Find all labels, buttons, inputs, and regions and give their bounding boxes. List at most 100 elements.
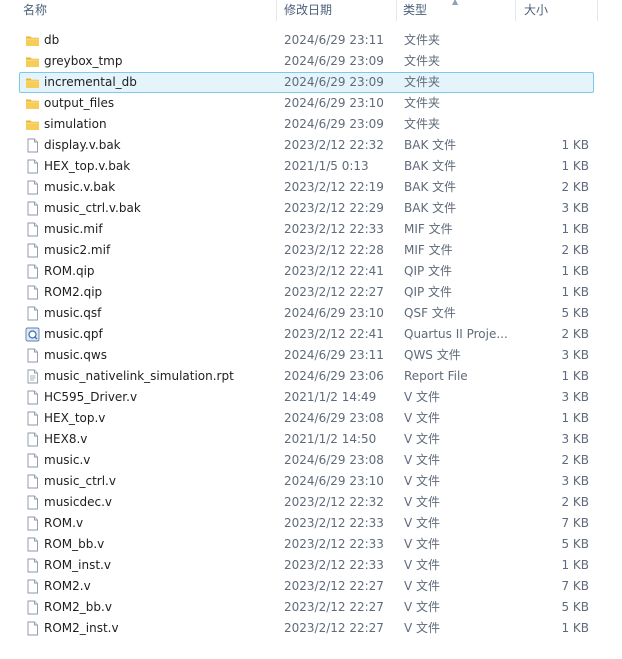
- file-modified-date: 2023/2/12 22:19: [284, 180, 384, 194]
- sort-arrow-icon: ▲: [452, 0, 459, 6]
- file-type: BAK 文件: [404, 159, 457, 173]
- file-modified-date: 2024/6/29 23:09: [284, 75, 384, 89]
- file-modified-date: 2024/6/29 23:06: [284, 369, 384, 383]
- file-name: greybox_tmp: [44, 54, 123, 68]
- file-icon: [25, 222, 40, 237]
- file-size: 3 KB: [561, 201, 589, 215]
- file-name: HEX_top.v.bak: [44, 159, 131, 173]
- file-type: Quartus II Proje...: [404, 327, 508, 341]
- file-name: music.qws: [44, 348, 107, 362]
- list-item[interactable]: ROM2_bb.v 2023/2/12 22:27 V 文件 5 KB: [19, 597, 594, 618]
- file-name: music.qsf: [44, 306, 102, 320]
- file-modified-date: 2024/6/29 23:10: [284, 96, 384, 110]
- list-item[interactable]: ROM.qip 2023/2/12 22:41 QIP 文件 1 KB: [19, 261, 594, 282]
- list-item[interactable]: music.mif 2023/2/12 22:33 MIF 文件 1 KB: [19, 219, 594, 240]
- file-name: ROM.qip: [44, 264, 95, 278]
- list-item[interactable]: music.qsf 2024/6/29 23:10 QSF 文件 5 KB: [19, 303, 594, 324]
- list-item[interactable]: ROM2.qip 2023/2/12 22:27 QIP 文件 1 KB: [19, 282, 594, 303]
- file-name: music.v.bak: [44, 180, 116, 194]
- file-type: QIP 文件: [404, 264, 453, 278]
- file-size: [519, 73, 589, 92]
- list-item[interactable]: music_ctrl.v.bak 2023/2/12 22:29 BAK 文件 3 K…: [19, 198, 594, 219]
- file-size: 1 KB: [561, 138, 589, 152]
- file-icon: [25, 474, 40, 489]
- file-size: 1 KB: [561, 369, 589, 383]
- list-item[interactable]: ROM2.v 2023/2/12 22:27 V 文件 7 KB: [19, 576, 594, 597]
- file-type: V 文件: [404, 537, 441, 551]
- file-size: 1 KB: [561, 264, 589, 278]
- file-modified-date: 2023/2/12 22:33: [284, 537, 384, 551]
- column-header-date[interactable]: 修改日期: [279, 0, 397, 21]
- file-modified-date: 2023/2/12 22:27: [284, 621, 384, 635]
- file-size: [519, 52, 589, 71]
- file-type: V 文件: [404, 495, 441, 509]
- list-item[interactable]: greybox_tmp 2024/6/29 23:09 文件夹: [19, 51, 594, 72]
- file-size: 1 KB: [561, 159, 589, 173]
- list-item[interactable]: display.v.bak 2023/2/12 22:32 BAK 文件 1 KB: [19, 135, 594, 156]
- list-item[interactable]: music.qws 2024/6/29 23:11 QWS 文件 3 KB: [19, 345, 594, 366]
- list-item[interactable]: HEX_top.v.bak 2021/1/5 0:13 BAK 文件 1 KB: [19, 156, 594, 177]
- file-size: 3 KB: [561, 474, 589, 488]
- folder-icon: [25, 96, 40, 111]
- file-size: 1 KB: [561, 222, 589, 236]
- file-name: simulation: [44, 117, 107, 131]
- file-modified-date: 2023/2/12 22:32: [284, 495, 384, 509]
- file-name: output_files: [44, 96, 115, 110]
- file-type: 文件夹: [404, 96, 441, 110]
- file-icon: [25, 432, 40, 447]
- file-size: 3 KB: [561, 390, 589, 404]
- file-name: ROM2.qip: [44, 285, 103, 299]
- list-item[interactable]: HC595_Driver.v 2021/1/2 14:49 V 文件 3 KB: [19, 387, 594, 408]
- file-icon: [25, 264, 40, 279]
- file-type: BAK 文件: [404, 201, 457, 215]
- list-item[interactable]: simulation 2024/6/29 23:09 文件夹: [19, 114, 594, 135]
- list-item[interactable]: db 2024/6/29 23:11 文件夹: [19, 30, 594, 51]
- file-modified-date: 2024/6/29 23:09: [284, 54, 384, 68]
- file-icon: [25, 243, 40, 258]
- list-item[interactable]: music_nativelink_simulation.rpt 2024/6/29…: [19, 366, 594, 387]
- list-item[interactable]: ROM_bb.v 2023/2/12 22:33 V 文件 5 KB: [19, 534, 594, 555]
- file-type: V 文件: [404, 600, 441, 614]
- file-icon: [25, 348, 40, 363]
- file-name: musicdec.v: [44, 495, 112, 509]
- file-type: V 文件: [404, 432, 441, 446]
- list-item[interactable]: ROM_inst.v 2023/2/12 22:33 V 文件 1 KB: [19, 555, 594, 576]
- file-icon: [25, 138, 40, 153]
- file-modified-date: 2023/2/12 22:28: [284, 243, 384, 257]
- file-modified-date: 2023/2/12 22:27: [284, 579, 384, 593]
- file-type: QSF 文件: [404, 306, 456, 320]
- file-size: 2 KB: [561, 495, 589, 509]
- file-size: 3 KB: [561, 348, 589, 362]
- file-modified-date: 2024/6/29 23:11: [284, 33, 384, 47]
- list-item[interactable]: music.v.bak 2023/2/12 22:19 BAK 文件 2 KB: [19, 177, 594, 198]
- list-item[interactable]: music.qpf 2023/2/12 22:41 Quartus II Proje…: [19, 324, 594, 345]
- column-header-size[interactable]: 大小: [519, 0, 598, 21]
- file-modified-date: 2023/2/12 22:33: [284, 558, 384, 572]
- file-modified-date: 2024/6/29 23:08: [284, 453, 384, 467]
- list-item[interactable]: incremental_db 2024/6/29 23:09 文件夹: [19, 72, 594, 93]
- list-item[interactable]: music_ctrl.v 2024/6/29 23:10 V 文件 3 KB: [19, 471, 594, 492]
- file-type: BAK 文件: [404, 180, 457, 194]
- file-type: V 文件: [404, 453, 441, 467]
- list-item[interactable]: output_files 2024/6/29 23:10 文件夹: [19, 93, 594, 114]
- file-size: [519, 115, 589, 134]
- list-item[interactable]: ROM.v 2023/2/12 22:33 V 文件 7 KB: [19, 513, 594, 534]
- file-icon: [25, 600, 40, 615]
- column-header-name[interactable]: 名称: [18, 0, 277, 21]
- file-type: V 文件: [404, 474, 441, 488]
- file-type: V 文件: [404, 516, 441, 530]
- list-item[interactable]: ROM2_inst.v 2023/2/12 22:27 V 文件 1 KB: [19, 618, 594, 639]
- file-size: 5 KB: [561, 537, 589, 551]
- file-modified-date: 2021/1/2 14:50: [284, 432, 377, 446]
- list-item[interactable]: musicdec.v 2023/2/12 22:32 V 文件 2 KB: [19, 492, 594, 513]
- file-name: HEX_top.v: [44, 411, 106, 425]
- file-name: ROM_inst.v: [44, 558, 111, 572]
- list-item[interactable]: music2.mif 2023/2/12 22:28 MIF 文件 2 KB: [19, 240, 594, 261]
- file-modified-date: 2024/6/29 23:10: [284, 474, 384, 488]
- list-item[interactable]: HEX8.v 2021/1/2 14:50 V 文件 3 KB: [19, 429, 594, 450]
- file-name: music.qpf: [44, 327, 103, 341]
- list-item[interactable]: music.v 2024/6/29 23:08 V 文件 2 KB: [19, 450, 594, 471]
- file-size: [519, 94, 589, 113]
- text-file-icon: [25, 369, 40, 384]
- list-item[interactable]: HEX_top.v 2024/6/29 23:08 V 文件 1 KB: [19, 408, 594, 429]
